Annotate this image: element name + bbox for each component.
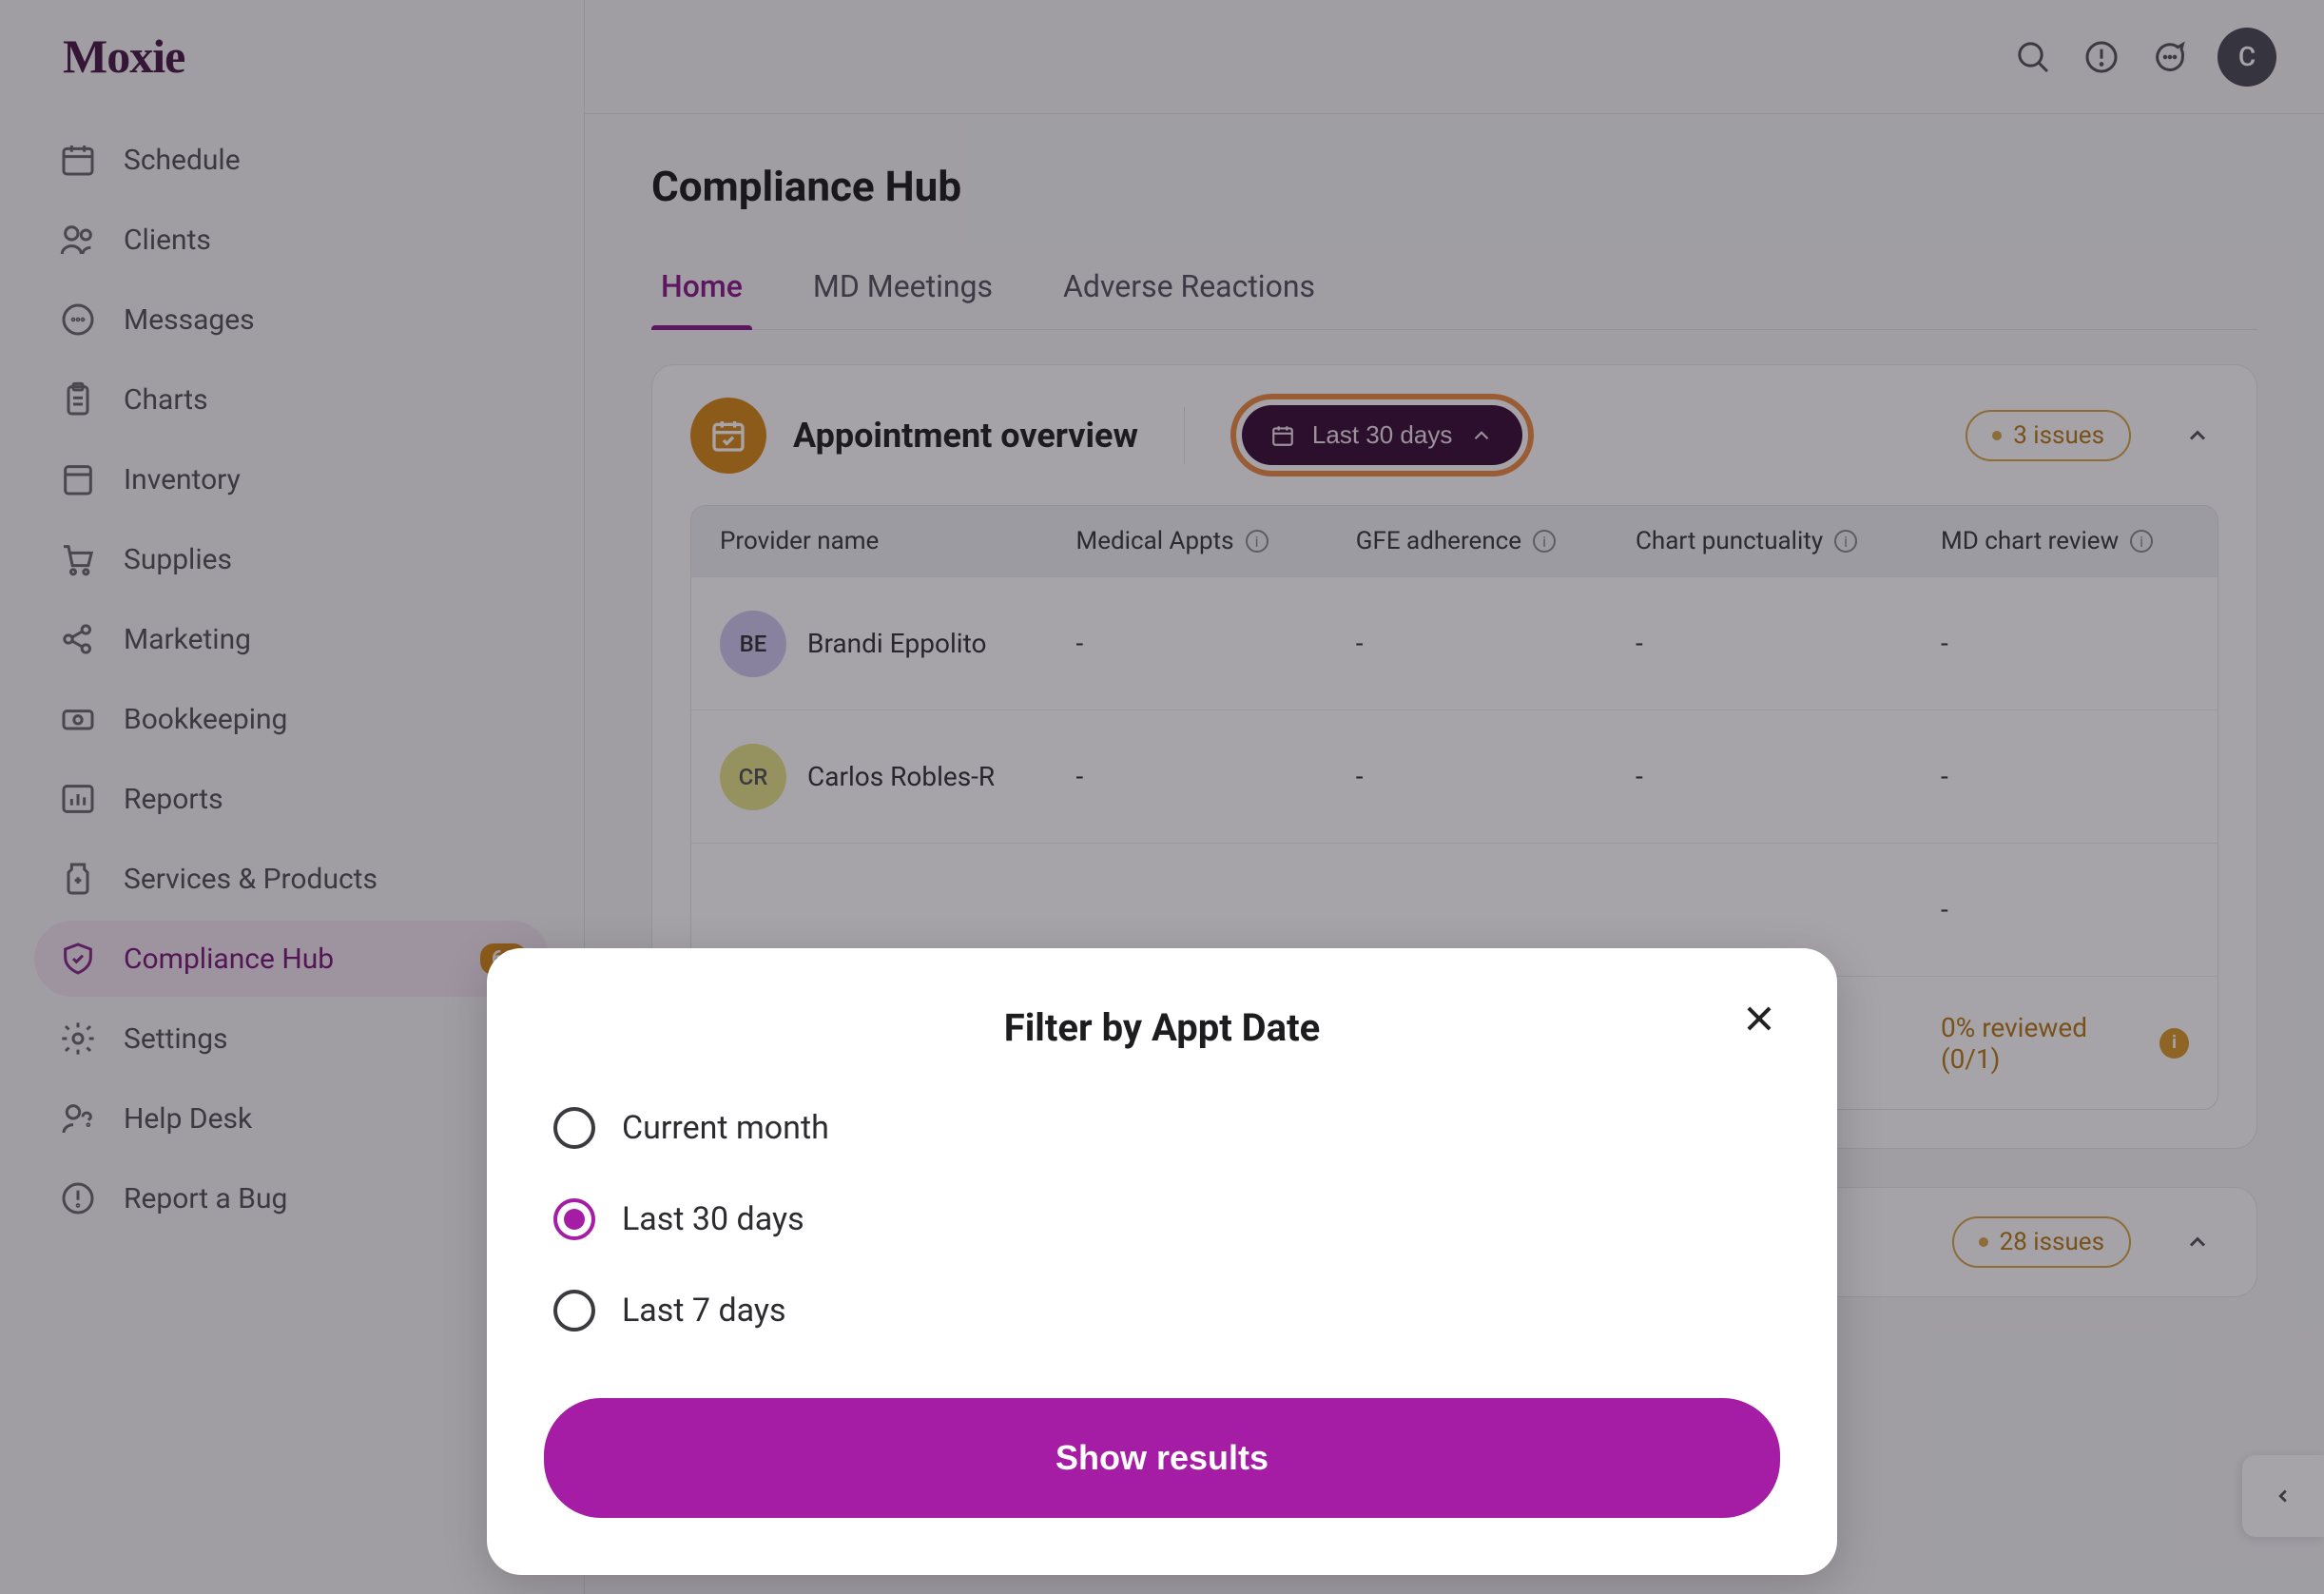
radio-option-last-30-days[interactable]: Last 30 days: [553, 1198, 1771, 1240]
radio-label: Last 30 days: [622, 1200, 804, 1238]
show-results-button[interactable]: Show results: [544, 1398, 1780, 1518]
filter-modal: Filter by Appt Date Current month Last 30…: [487, 948, 1837, 1575]
close-icon[interactable]: [1738, 998, 1780, 1040]
radio-icon: [553, 1107, 595, 1149]
radio-icon: [553, 1290, 595, 1332]
radio-label: Current month: [622, 1109, 829, 1147]
radio-group: Current month Last 30 days Last 7 days: [544, 1107, 1780, 1398]
radio-label: Last 7 days: [622, 1292, 786, 1330]
radio-icon: [553, 1198, 595, 1240]
radio-option-last-7-days[interactable]: Last 7 days: [553, 1290, 1771, 1332]
radio-option-current-month[interactable]: Current month: [553, 1107, 1771, 1149]
modal-title: Filter by Appt Date: [544, 1005, 1780, 1050]
modal-overlay[interactable]: Filter by Appt Date Current month Last 30…: [0, 0, 2324, 1594]
